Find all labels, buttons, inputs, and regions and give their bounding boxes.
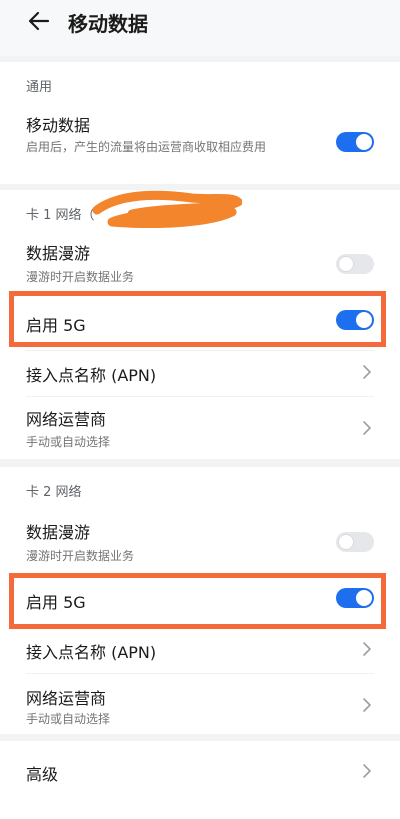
sim2-apn-title: 接入点名称 (APN) xyxy=(26,643,157,662)
sim1-data-roaming-subtitle: 漫游时开启数据业务 xyxy=(26,270,135,284)
sim2-data-roaming-toggle[interactable] xyxy=(336,532,374,552)
mobile-data-toggle[interactable] xyxy=(336,132,374,152)
sim1-data-roaming-toggle[interactable] xyxy=(336,254,374,274)
sim2-data-roaming-title: 数据漫游 xyxy=(26,523,91,542)
chevron-right-icon xyxy=(363,764,371,778)
sim2-carrier-title: 网络运营商 xyxy=(26,689,107,708)
mobile-data-subtitle: 启用后，产生的流量将由运营商收取相应费用 xyxy=(26,140,267,154)
sim2-data-roaming-subtitle: 漫游时开启数据业务 xyxy=(26,549,135,563)
general-card: 通用 移动数据 启用后，产生的流量将由运营商收取相应费用 xyxy=(0,62,400,184)
sim1-apn-title: 接入点名称 (APN) xyxy=(26,366,157,385)
page-title: 移动数据 xyxy=(68,12,148,36)
highlight-box-sim1-5g xyxy=(9,291,386,347)
divider xyxy=(26,396,374,397)
redaction-scribble xyxy=(92,190,242,228)
sim1-carrier-title: 网络运营商 xyxy=(26,410,107,429)
sim1-data-roaming-title: 数据漫游 xyxy=(26,244,91,263)
divider xyxy=(26,350,374,351)
advanced-title: 高级 xyxy=(26,765,59,784)
chevron-right-icon xyxy=(363,421,371,435)
section-header-general: 通用 xyxy=(26,80,53,95)
section-header-sim2: 卡 2 网络 xyxy=(26,485,82,500)
chevron-right-icon xyxy=(363,698,371,712)
highlight-box-sim2-5g xyxy=(9,573,386,629)
sim2-carrier-subtitle: 手动或自动选择 xyxy=(26,712,111,726)
app-bar: 移动数据 xyxy=(0,0,400,56)
advanced-card[interactable]: 高级 xyxy=(0,741,400,819)
sim1-carrier-subtitle: 手动或自动选择 xyxy=(26,435,111,449)
mobile-data-title: 移动数据 xyxy=(26,116,91,135)
back-arrow-icon[interactable] xyxy=(26,8,52,34)
divider xyxy=(26,673,374,674)
section-header-sim1: 卡 1 网络（ xyxy=(26,208,95,223)
chevron-right-icon xyxy=(363,365,371,379)
chevron-right-icon xyxy=(363,642,371,656)
